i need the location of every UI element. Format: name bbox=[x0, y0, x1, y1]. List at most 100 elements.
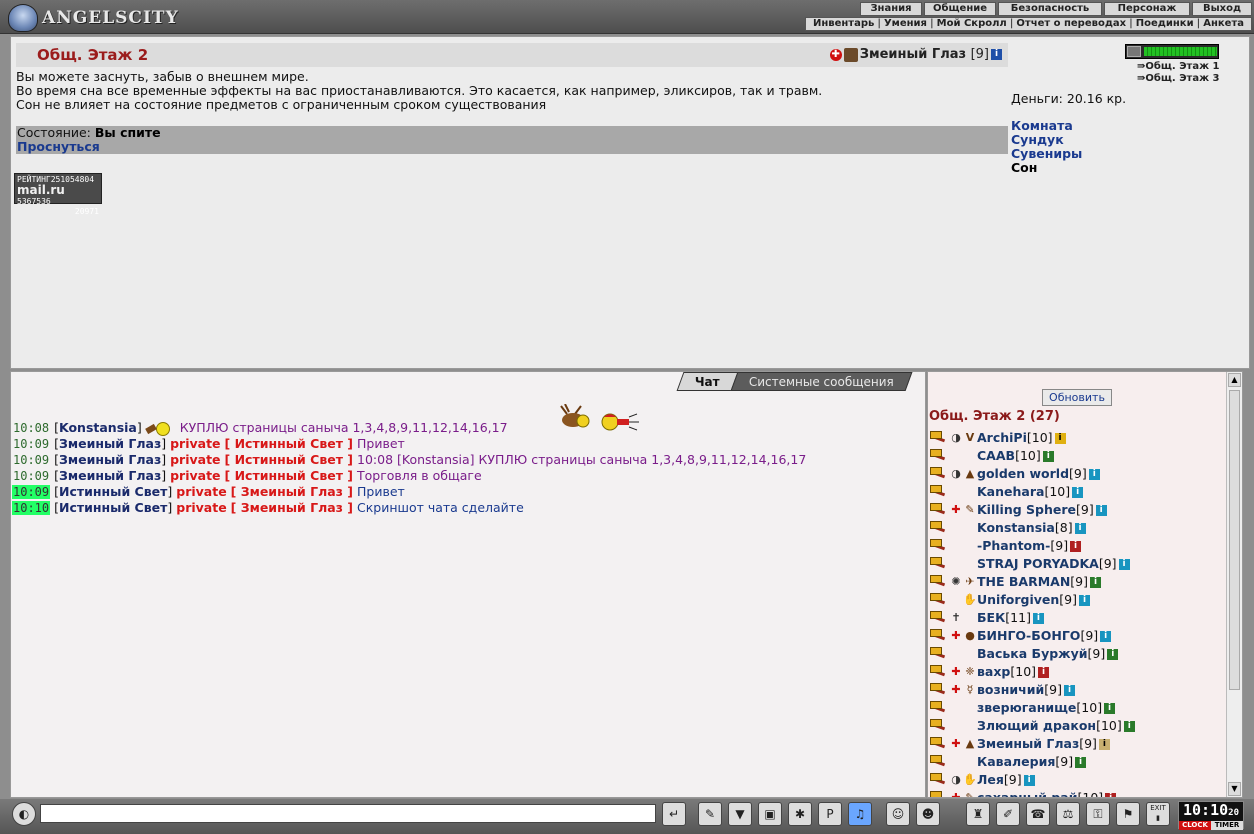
user-name[interactable]: ArchiPi bbox=[977, 429, 1027, 447]
user-info-icon[interactable]: i bbox=[1095, 504, 1107, 516]
message-nick[interactable]: Змеиный Глаз bbox=[59, 436, 161, 451]
link-room[interactable]: Комната bbox=[1011, 119, 1082, 133]
head-icon[interactable]: ☻ bbox=[916, 802, 940, 826]
private-flag-icon[interactable] bbox=[930, 485, 948, 499]
private-flag-icon[interactable] bbox=[930, 593, 948, 607]
user-name[interactable]: -Phantom- bbox=[977, 537, 1050, 555]
user-name[interactable]: сахарный рай bbox=[977, 789, 1077, 797]
user-name[interactable]: зверюганище bbox=[977, 699, 1076, 717]
user-info-icon[interactable]: i bbox=[1098, 738, 1110, 750]
menu-communication[interactable]: Общение bbox=[924, 2, 996, 16]
user-info-icon[interactable]: i bbox=[1023, 774, 1035, 786]
private-flag-icon[interactable] bbox=[930, 467, 948, 481]
private-flag-icon[interactable] bbox=[930, 575, 948, 589]
menu-my-scroll[interactable]: Мой Скролл bbox=[934, 18, 1010, 30]
private-flag-icon[interactable] bbox=[930, 665, 948, 679]
user-name[interactable]: Змеиный Глаз bbox=[977, 735, 1079, 753]
user-name[interactable]: вахр bbox=[977, 663, 1010, 681]
user-name[interactable]: CAAB bbox=[977, 447, 1015, 465]
user-info-icon[interactable]: i bbox=[1032, 612, 1044, 624]
speaker-icon[interactable]: ◐ bbox=[12, 802, 36, 826]
send-icon[interactable]: ↵ bbox=[662, 802, 686, 826]
scroll-down-icon[interactable]: ▼ bbox=[1228, 782, 1241, 796]
message-nick[interactable]: Змеиный Глаз bbox=[59, 452, 161, 467]
tab-system-messages[interactable]: Системные сообщения bbox=[730, 372, 913, 391]
user-info-icon[interactable]: i bbox=[1100, 630, 1112, 642]
user-info-icon[interactable]: i bbox=[1072, 486, 1084, 498]
hp-toggle-button[interactable] bbox=[1127, 46, 1141, 57]
menu-knowledge[interactable]: Знания bbox=[860, 2, 922, 16]
private-target[interactable]: [ Истинный Свет ] bbox=[225, 452, 354, 467]
private-target[interactable]: [ Истинный Свет ] bbox=[225, 468, 354, 483]
message-nick[interactable]: Истинный Свет bbox=[59, 484, 167, 499]
rating-counter[interactable]: РЕЙТИНГ251054804 mail.ru 5367536 20971 bbox=[14, 173, 102, 216]
user-name[interactable]: БЕК bbox=[977, 609, 1005, 627]
music-icon[interactable]: ♫ bbox=[848, 802, 872, 826]
chat-input[interactable] bbox=[40, 804, 656, 823]
scroll-thumb[interactable] bbox=[1229, 390, 1240, 690]
user-name[interactable]: Killing Sphere bbox=[977, 501, 1076, 519]
smiley-icon[interactable]: ☺ bbox=[886, 802, 910, 826]
message-nick[interactable]: Истинный Свет bbox=[59, 500, 167, 515]
user-name[interactable]: STRAJ PORYADKA bbox=[977, 555, 1099, 573]
user-name[interactable]: Васька Буржуй bbox=[977, 645, 1088, 663]
user-name[interactable]: Лея bbox=[977, 771, 1004, 789]
private-flag-icon[interactable] bbox=[930, 737, 948, 751]
clear-icon[interactable]: ✎ bbox=[698, 802, 722, 826]
link-chest[interactable]: Сундук bbox=[1011, 133, 1082, 147]
scroll-up-icon[interactable]: ▲ bbox=[1228, 373, 1241, 387]
user-list-scrollbar[interactable]: ▲ ▼ bbox=[1226, 372, 1242, 797]
user-info-icon[interactable]: i bbox=[1090, 576, 1101, 588]
clock-button[interactable]: CLOCK bbox=[1179, 821, 1211, 830]
save-icon[interactable]: ▣ bbox=[758, 802, 782, 826]
user-info-icon[interactable]: i bbox=[1063, 684, 1075, 696]
exit-icon[interactable]: EXIT ▮ bbox=[1146, 802, 1170, 826]
scroll-icon[interactable]: ✐ bbox=[996, 802, 1020, 826]
private-flag-icon[interactable] bbox=[930, 431, 948, 445]
user-info-icon[interactable]: i bbox=[1088, 468, 1100, 480]
menu-security[interactable]: Безопасность bbox=[998, 2, 1102, 16]
menu-profile[interactable]: Анкета bbox=[1200, 18, 1247, 30]
user-info-icon[interactable]: i bbox=[1123, 720, 1135, 732]
message-nick[interactable]: Змеиный Глаз bbox=[59, 468, 161, 483]
user-info-icon[interactable]: i bbox=[1074, 522, 1086, 534]
private-flag-icon[interactable] bbox=[930, 557, 948, 571]
private-icon[interactable]: P bbox=[818, 802, 842, 826]
private-flag-icon[interactable] bbox=[930, 683, 948, 697]
user-name[interactable]: THE BARMAN bbox=[977, 573, 1070, 591]
floor-link-1[interactable]: ⇛Общ. Этаж 1 bbox=[1137, 61, 1219, 72]
user-info-icon[interactable]: i bbox=[1105, 792, 1117, 797]
user-info-icon[interactable]: i bbox=[1070, 540, 1082, 552]
wake-up-link[interactable]: Проснуться bbox=[17, 140, 1008, 154]
menu-inventory[interactable]: Инвентарь bbox=[810, 18, 877, 30]
user-info-icon[interactable]: i bbox=[1107, 648, 1119, 660]
dance-icon[interactable]: ✱ bbox=[788, 802, 812, 826]
trade-icon[interactable]: ⚖ bbox=[1056, 802, 1080, 826]
phone-icon[interactable]: ☎ bbox=[1026, 802, 1050, 826]
user-name[interactable]: Uniforgiven bbox=[977, 591, 1059, 609]
player-name[interactable]: Змеиный Глаз bbox=[860, 47, 966, 62]
private-target[interactable]: [ Змеиный Глаз ] bbox=[231, 484, 353, 499]
user-name[interactable]: Кавалерия bbox=[977, 753, 1055, 771]
user-info-icon[interactable]: i bbox=[1038, 666, 1050, 678]
private-flag-icon[interactable] bbox=[930, 521, 948, 535]
menu-exit[interactable]: Выход bbox=[1192, 2, 1252, 16]
user-info-icon[interactable]: i bbox=[1075, 756, 1087, 768]
user-info-icon[interactable]: i bbox=[1118, 558, 1130, 570]
tab-chat[interactable]: Чат bbox=[676, 372, 739, 391]
private-flag-icon[interactable] bbox=[930, 755, 948, 769]
refresh-button[interactable]: Обновить bbox=[1042, 389, 1112, 406]
user-name[interactable]: возничий bbox=[977, 681, 1044, 699]
user-info-icon[interactable]: i bbox=[1079, 594, 1091, 606]
user-info-icon[interactable]: i bbox=[1104, 702, 1116, 714]
private-flag-icon[interactable] bbox=[930, 611, 948, 625]
timer-button[interactable]: TIMER bbox=[1211, 821, 1243, 830]
flag-icon[interactable]: ⚑ bbox=[1116, 802, 1140, 826]
private-flag-icon[interactable] bbox=[930, 449, 948, 463]
user-info-icon[interactable]: i bbox=[1054, 432, 1066, 444]
private-flag-icon[interactable] bbox=[930, 791, 948, 797]
filter-icon[interactable]: ▼ bbox=[728, 802, 752, 826]
private-target[interactable]: [ Истинный Свет ] bbox=[225, 436, 354, 451]
user-name[interactable]: golden world bbox=[977, 465, 1069, 483]
private-flag-icon[interactable] bbox=[930, 539, 948, 553]
